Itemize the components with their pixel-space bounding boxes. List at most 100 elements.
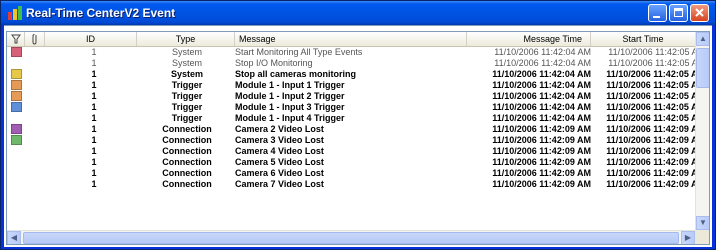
cell-type: Trigger [171,80,203,90]
table-row[interactable]: 1 Trigger Module 1 - Input 2 Trigger 11/10/… [7,91,695,102]
cell-start-time: 11/10/2006 11:42:05 AM [608,58,695,68]
close-icon [695,8,704,17]
cell-start-time: 11/10/2006 11:42:05 AM [606,91,695,101]
cell-start-time: 11/10/2006 11:42:05 AM [606,80,695,90]
table-row[interactable]: 1 System Stop all cameras monitoring 11/10/… [7,69,695,80]
cell-id: 1 [91,91,97,101]
grid-header: ID Type Message Message Time Start Time [7,32,695,47]
cell-message: Camera 7 Video Lost [235,179,324,189]
cell-id: 1 [91,157,97,167]
scroll-up-button[interactable]: ▲ [696,32,709,46]
cell-id: 1 [91,179,97,189]
cell-message-time: 11/10/2006 11:42:09 AM [492,157,591,167]
scroll-down-icon: ▼ [699,218,707,227]
table-row[interactable]: 1 Connection Camera 7 Video Lost 11/10/2006… [7,179,695,190]
cell-start-time: 11/10/2006 11:42:05 AM [606,69,695,79]
cell-message: Camera 3 Video Lost [235,135,324,145]
horizontal-scroll-thumb[interactable] [23,232,679,244]
close-button[interactable] [690,4,709,22]
table-row[interactable]: 1 Trigger Module 1 - Input 4 Trigger 11/10/… [7,113,695,124]
cell-start-time: 11/10/2006 11:42:09 AM [606,124,695,134]
cell-id: 1 [91,58,97,68]
cell-start-time: 11/10/2006 11:42:09 AM [606,146,695,156]
scroll-down-button[interactable]: ▼ [696,216,709,230]
cell-type: Connection [162,168,212,178]
cell-start-time: 11/10/2006 11:42:09 AM [606,135,695,145]
cell-id: 1 [91,146,97,156]
table-row[interactable]: 1 Connection Camera 5 Video Lost 11/10/2006… [7,157,695,168]
cell-type: Connection [162,179,212,189]
horizontal-scrollbar[interactable]: ◀ ▶ [7,230,695,244]
col-header-id[interactable]: ID [45,32,137,46]
table-row[interactable]: 1 System Start Monitoring All Type Events 1… [7,47,695,58]
scroll-right-button[interactable]: ▶ [681,231,695,244]
event-flag-icon [11,146,23,157]
maximize-button[interactable] [669,4,688,22]
filter-icon [11,34,21,44]
cell-id: 1 [91,80,97,90]
event-rows: 1 System Start Monitoring All Type Events 1… [7,47,695,227]
col-header-message-time[interactable]: Message Time [467,32,591,46]
cell-type: Trigger [171,102,203,112]
cell-message: Module 1 - Input 2 Trigger [235,91,345,101]
cell-message-time: 11/10/2006 11:42:09 AM [492,146,591,156]
cell-type: Connection [162,135,212,145]
window-title: Real-Time CenterV2 Event [26,6,176,20]
cell-start-time: 11/10/2006 11:42:05 AM [606,102,695,112]
cell-message: Module 1 - Input 1 Trigger [235,80,345,90]
cell-message: Start Monitoring All Type Events [235,47,363,57]
event-flag-icon [11,58,23,69]
col-header-type[interactable]: Type [137,32,235,46]
table-row[interactable]: 1 Connection Camera 6 Video Lost 11/10/2006… [7,168,695,179]
paperclip-icon [32,34,37,45]
cell-message: Module 1 - Input 3 Trigger [235,102,345,112]
cell-message: Camera 2 Video Lost [235,124,324,134]
cell-id: 1 [91,113,97,123]
cell-message-time: 11/10/2006 11:42:09 AM [492,124,591,134]
cell-message: Camera 6 Video Lost [235,168,324,178]
table-row[interactable]: 1 Trigger Module 1 - Input 3 Trigger 11/10/… [7,102,695,113]
event-flag-icon [11,124,23,135]
cell-message-time: 11/10/2006 11:42:04 AM [492,113,591,123]
vertical-scrollbar[interactable]: ▲ ▼ [695,32,709,230]
table-row[interactable]: 1 System Stop I/O Monitoring 11/10/2006 11:… [7,58,695,69]
cell-message-time: 11/10/2006 11:42:09 AM [492,135,591,145]
minimize-icon [653,16,660,18]
col-header-message[interactable]: Message [235,32,467,46]
scroll-left-icon: ◀ [10,233,18,242]
cell-type: Trigger [171,91,203,101]
scroll-up-icon: ▲ [699,34,707,43]
event-flag-icon [11,69,23,80]
cell-message-time: 11/10/2006 11:42:04 AM [492,102,591,112]
table-row[interactable]: 1 Connection Camera 2 Video Lost 11/10/2006… [7,124,695,135]
cell-type: Connection [162,157,212,167]
minimize-button[interactable] [648,4,667,22]
col-header-start-time[interactable]: Start Time [591,32,695,46]
event-window: Real-Time CenterV2 Event ID Type Message… [0,0,716,250]
scroll-corner [695,230,709,244]
cell-message-time: 11/10/2006 11:42:09 AM [492,179,591,189]
scroll-left-button[interactable]: ◀ [7,231,21,244]
vertical-scroll-thumb[interactable] [696,48,709,88]
col-header-flag[interactable] [7,32,25,46]
cell-type: Connection [162,124,212,134]
col-header-attach[interactable] [25,32,45,46]
cell-type: Connection [162,146,212,156]
event-flag-icon [11,80,23,91]
cell-message: Camera 5 Video Lost [235,157,324,167]
cell-id: 1 [91,69,97,79]
title-bar[interactable]: Real-Time CenterV2 Event [1,1,715,25]
event-flag-icon [11,168,23,179]
event-flag-icon [11,47,23,58]
cell-type: Trigger [171,113,203,123]
table-row[interactable]: 1 Connection Camera 4 Video Lost 11/10/2006… [7,146,695,157]
cell-id: 1 [91,168,97,178]
window-client-area: ID Type Message Message Time Start Time … [4,25,712,247]
table-row[interactable]: 1 Trigger Module 1 - Input 1 Trigger 11/10/… [7,80,695,91]
cell-type: System [170,69,204,79]
scroll-right-icon: ▶ [684,233,692,242]
table-row[interactable]: 1 Connection Camera 3 Video Lost 11/10/2006… [7,135,695,146]
cell-message: Camera 4 Video Lost [235,146,324,156]
event-flag-icon [11,91,23,102]
cell-message: Stop I/O Monitoring [235,58,313,68]
